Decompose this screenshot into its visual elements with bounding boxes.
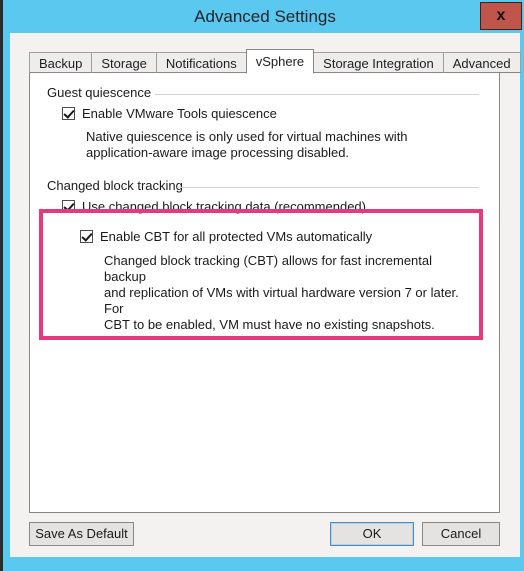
changed-block-tracking-help-line-1: Changed block tracking (CBT) allows for … <box>104 253 433 284</box>
tab-strip: Backup Storage Notifications vSphere Sto… <box>29 49 521 74</box>
save-as-default-button[interactable]: Save As Default <box>29 522 134 546</box>
group-changed-block-tracking: Changed block tracking <box>47 178 479 196</box>
group-label-changed-block-tracking: Changed block tracking <box>47 178 189 193</box>
guest-quiescence-help-line-1: Native quiescence is only used for virtu… <box>86 129 408 144</box>
cancel-button[interactable]: Cancel <box>422 522 500 546</box>
changed-block-tracking-help-line-2: and replication of VMs with virtual hard… <box>104 285 459 316</box>
tab-storage[interactable]: Storage <box>91 52 157 73</box>
changed-block-tracking-help-line-3: CBT to be enabled, VM must have no exist… <box>104 317 435 332</box>
guest-quiescence-help-text: Native quiescence is only used for virtu… <box>86 129 466 161</box>
changed-block-tracking-help-text: Changed block tracking (CBT) allows for … <box>104 253 476 333</box>
advanced-settings-window: Advanced Settings x Backup Storage Notif… <box>0 0 524 571</box>
checkbox-row-use-changed-block-tracking-data[interactable]: Use changed block tracking data (recomme… <box>62 199 366 214</box>
tab-advanced[interactable]: Advanced <box>442 52 521 73</box>
ok-button[interactable]: OK <box>330 522 414 546</box>
checkbox-row-enable-vmware-tools-quiescence[interactable]: Enable VMware Tools quiescence <box>62 106 277 121</box>
group-guest-quiescence: Guest quiescence <box>47 85 479 103</box>
guest-quiescence-help-line-2: application-aware image processing disab… <box>86 145 350 160</box>
enable-vmware-tools-quiescence-label: Enable VMware Tools quiescence <box>82 106 277 121</box>
use-changed-block-tracking-data-label: Use changed block tracking data (recomme… <box>82 199 366 214</box>
title-bar: Advanced Settings x <box>3 0 524 33</box>
group-label-guest-quiescence: Guest quiescence <box>47 85 158 100</box>
enable-vmware-tools-quiescence-checkbox[interactable] <box>62 107 75 120</box>
window-title: Advanced Settings <box>194 7 336 26</box>
close-icon[interactable]: x <box>480 2 522 30</box>
tab-notifications[interactable]: Notifications <box>155 52 247 73</box>
group-divider-changed-block-tracking <box>177 187 479 188</box>
dialog-body: Backup Storage Notifications vSphere Sto… <box>10 33 521 557</box>
tab-backup[interactable]: Backup <box>29 52 93 73</box>
tab-panel-vsphere: Guest quiescence Enable VMware Tools qui… <box>29 72 500 513</box>
checkbox-row-enable-cbt-for-all-protected-vms[interactable]: Enable CBT for all protected VMs automat… <box>80 229 372 244</box>
tab-storage-integration[interactable]: Storage Integration <box>313 52 444 73</box>
enable-cbt-for-all-protected-vms-label: Enable CBT for all protected VMs automat… <box>100 229 373 244</box>
group-divider-guest-quiescence <box>155 94 479 95</box>
enable-cbt-for-all-protected-vms-checkbox[interactable] <box>80 230 93 243</box>
use-changed-block-tracking-data-checkbox[interactable] <box>62 200 75 213</box>
tab-vsphere[interactable]: vSphere <box>245 49 315 74</box>
